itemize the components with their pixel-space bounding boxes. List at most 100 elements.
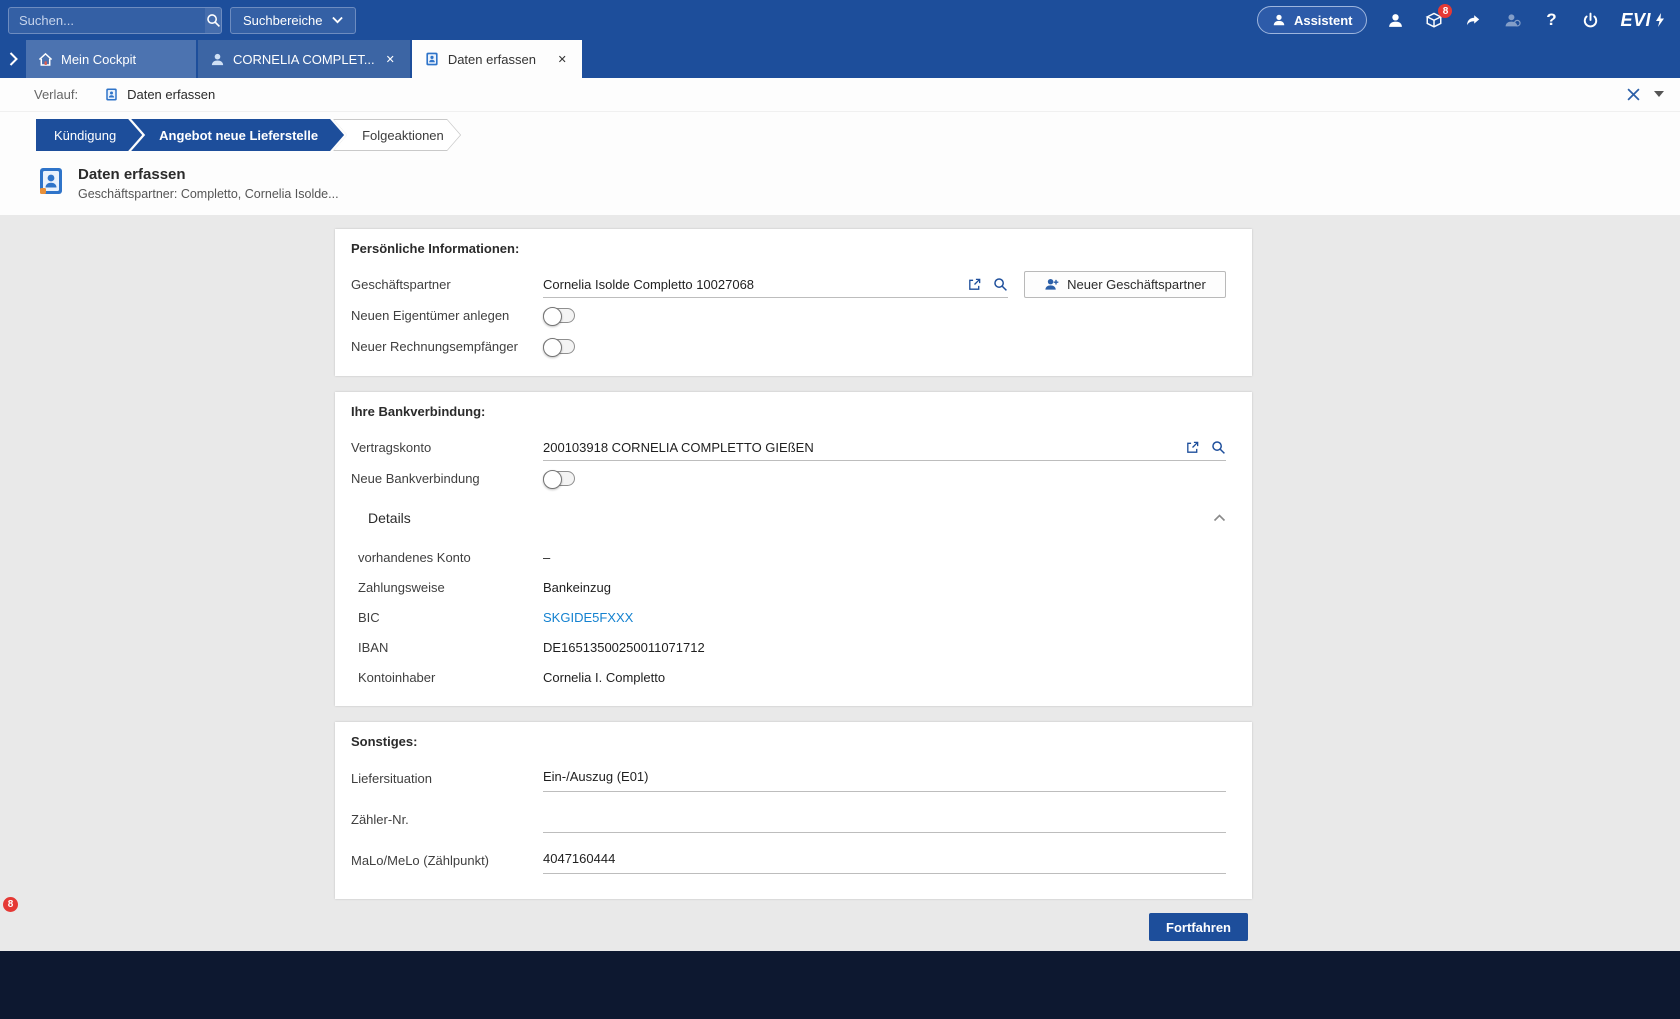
history-label: Verlauf: — [34, 87, 78, 102]
collapse-chevron-icon[interactable] — [1213, 514, 1226, 522]
section-title: Ihre Bankverbindung: — [351, 404, 1226, 419]
lookup-icon[interactable] — [993, 277, 1008, 292]
detail-row-kontoinhaber: Kontoinhaber Cornelia I. Completto — [358, 662, 1226, 692]
search-icon[interactable] — [205, 8, 221, 33]
bic-link[interactable]: SKGIDE5FXXX — [543, 610, 633, 625]
continue-button[interactable]: Fortfahren — [1149, 913, 1248, 941]
partner-tab-icon — [210, 52, 225, 67]
messages-badge[interactable]: 8 — [3, 897, 18, 912]
section-sonstiges: Sonstiges: Liefersituation Ein-/Auszug (… — [335, 722, 1252, 899]
wizard-breadcrumb: Kündigung Angebot neue Lieferstelle Folg… — [0, 112, 1680, 160]
search-areas-dropdown[interactable]: Suchbereiche — [230, 7, 356, 34]
add-person-icon — [1044, 277, 1059, 292]
inbox-notification-badge: 8 — [1438, 4, 1452, 18]
expand-chevron-icon[interactable] — [0, 40, 26, 78]
wizard-step-label: Folgeaktionen — [362, 128, 444, 143]
tab-label: CORNELIA COMPLET... — [233, 52, 375, 67]
section-title: Sonstiges: — [351, 734, 1226, 749]
tab-mein-cockpit[interactable]: Mein Cockpit — [26, 40, 196, 78]
wizard-step-label: Angebot neue Lieferstelle — [159, 128, 318, 143]
search-box — [8, 7, 222, 34]
close-workflow-icon[interactable] — [1627, 88, 1640, 101]
new-partner-button[interactable]: Neuer Geschäftspartner — [1024, 271, 1226, 298]
detail-value: DE16513500250011071712 — [543, 640, 705, 655]
help-icon[interactable]: ? — [1540, 9, 1562, 31]
field-row-vertragskonto: Vertragskonto 200103918 CORNELIA COMPLET… — [351, 432, 1226, 463]
form-tab-icon — [424, 51, 440, 67]
section-bank: Ihre Bankverbindung: Vertragskonto 20010… — [335, 392, 1252, 706]
geschaeftspartner-input[interactable]: Cornelia Isolde Completto 10027068 — [543, 271, 1008, 298]
detail-row-bic: BIC SKGIDE5FXXX — [358, 602, 1226, 632]
wizard-step-kuendigung[interactable]: Kündigung — [36, 119, 142, 151]
field-label: Neue Bankverbindung — [351, 471, 543, 486]
assistant-label: Assistent — [1294, 13, 1353, 28]
app-window: Suchbereiche Assistent 8 ? — [0, 0, 1680, 1019]
lookup-icon[interactable] — [1211, 440, 1226, 455]
geschaeftspartner-value: Cornelia Isolde Completto 10027068 — [543, 277, 957, 292]
vertragskonto-input[interactable]: 200103918 CORNELIA COMPLETTO GIEßEN — [543, 434, 1226, 461]
invoice-recipient-toggle[interactable] — [543, 339, 575, 354]
tabbar: Mein Cockpit CORNELIA COMPLET... ✕ Daten… — [0, 40, 1680, 78]
forward-icon[interactable] — [1462, 9, 1484, 31]
assistant-person-icon — [1272, 13, 1286, 27]
field-row-malo-melo: MaLo/MeLo (Zählpunkt) 4047160444 — [351, 844, 1226, 874]
bank-details: Details vorhandenes Konto – Zahlungsweis… — [351, 510, 1226, 692]
user-switch-icon[interactable] — [1501, 9, 1523, 31]
close-icon[interactable]: ✕ — [383, 51, 398, 68]
liefersituation-value: Ein-/Auszug (E01) — [543, 769, 1226, 784]
field-label: Vertragskonto — [351, 440, 543, 455]
detail-label: IBAN — [358, 640, 543, 655]
detail-value: – — [543, 550, 550, 565]
bottom-bar — [0, 951, 1680, 1019]
history-dropdown-icon[interactable] — [1654, 91, 1664, 98]
brand-name: EVI — [1620, 10, 1651, 31]
search-input[interactable] — [9, 8, 205, 33]
home-icon — [38, 52, 53, 67]
logout-power-icon[interactable] — [1579, 9, 1601, 31]
tab-cornelia-completto[interactable]: CORNELIA COMPLET... ✕ — [198, 40, 410, 78]
malo-melo-input[interactable]: 4047160444 — [543, 844, 1226, 874]
main-content: Persönliche Informationen: Geschäftspart… — [0, 215, 1680, 951]
section-title: Persönliche Informationen: — [351, 241, 1226, 256]
inbox-icon[interactable]: 8 — [1423, 9, 1445, 31]
detail-row-iban: IBAN DE16513500250011071712 — [358, 632, 1226, 662]
wizard-step-angebot[interactable]: Angebot neue Lieferstelle — [131, 119, 344, 151]
assistant-button[interactable]: Assistent — [1257, 6, 1368, 34]
subheader: Verlauf: Daten erfassen Kündigung Angebo… — [0, 78, 1680, 215]
field-row-geschaeftspartner: Geschäftspartner Cornelia Isolde Complet… — [351, 269, 1226, 300]
vertragskonto-value: 200103918 CORNELIA COMPLETTO GIEßEN — [543, 440, 1175, 455]
chevron-down-icon — [332, 16, 343, 24]
field-row-liefersituation: Liefersituation Ein-/Auszug (E01) — [351, 762, 1226, 792]
details-title: Details — [368, 510, 411, 526]
history-current-item[interactable]: Daten erfassen — [104, 87, 215, 102]
field-label: Neuen Eigentümer anlegen — [351, 308, 543, 323]
page-title: Daten erfassen — [78, 166, 339, 184]
user-icon[interactable] — [1384, 9, 1406, 31]
tab-daten-erfassen[interactable]: Daten erfassen ✕ — [412, 40, 582, 78]
page-subtitle: Geschäftspartner: Completto, Cornelia Is… — [78, 187, 339, 201]
external-link-icon[interactable] — [967, 277, 982, 292]
owner-toggle[interactable] — [543, 308, 575, 323]
detail-label: Zahlungsweise — [358, 580, 543, 595]
brand-logo: EVI — [1620, 10, 1666, 31]
wizard-step-label: Kündigung — [54, 128, 116, 143]
liefersituation-input[interactable]: Ein-/Auszug (E01) — [543, 762, 1226, 792]
section-personal-info: Persönliche Informationen: Geschäftspart… — [335, 229, 1252, 376]
close-icon[interactable]: ✕ — [555, 51, 570, 68]
brand-mark-icon — [1654, 12, 1666, 28]
field-row-neue-bankverbindung: Neue Bankverbindung — [351, 463, 1226, 494]
detail-value: Bankeinzug — [543, 580, 611, 595]
external-link-icon[interactable] — [1185, 440, 1200, 455]
zaehler-nr-input[interactable] — [543, 803, 1226, 833]
tab-label: Mein Cockpit — [61, 52, 184, 67]
field-label: Zähler-Nr. — [351, 812, 543, 833]
actions-bar: Fortfahren — [335, 913, 1252, 941]
history-doc-icon — [104, 87, 119, 102]
field-row-neuer-rechnungsempfaenger: Neuer Rechnungsempfänger — [351, 331, 1226, 362]
field-label: MaLo/MeLo (Zählpunkt) — [351, 853, 543, 874]
wizard-step-folgeaktionen[interactable]: Folgeaktionen — [333, 119, 461, 151]
detail-label: Kontoinhaber — [358, 670, 543, 685]
field-label: Geschäftspartner — [351, 277, 543, 292]
detail-row-vorhandenes-konto: vorhandenes Konto – — [358, 542, 1226, 572]
new-bank-toggle[interactable] — [543, 471, 575, 486]
